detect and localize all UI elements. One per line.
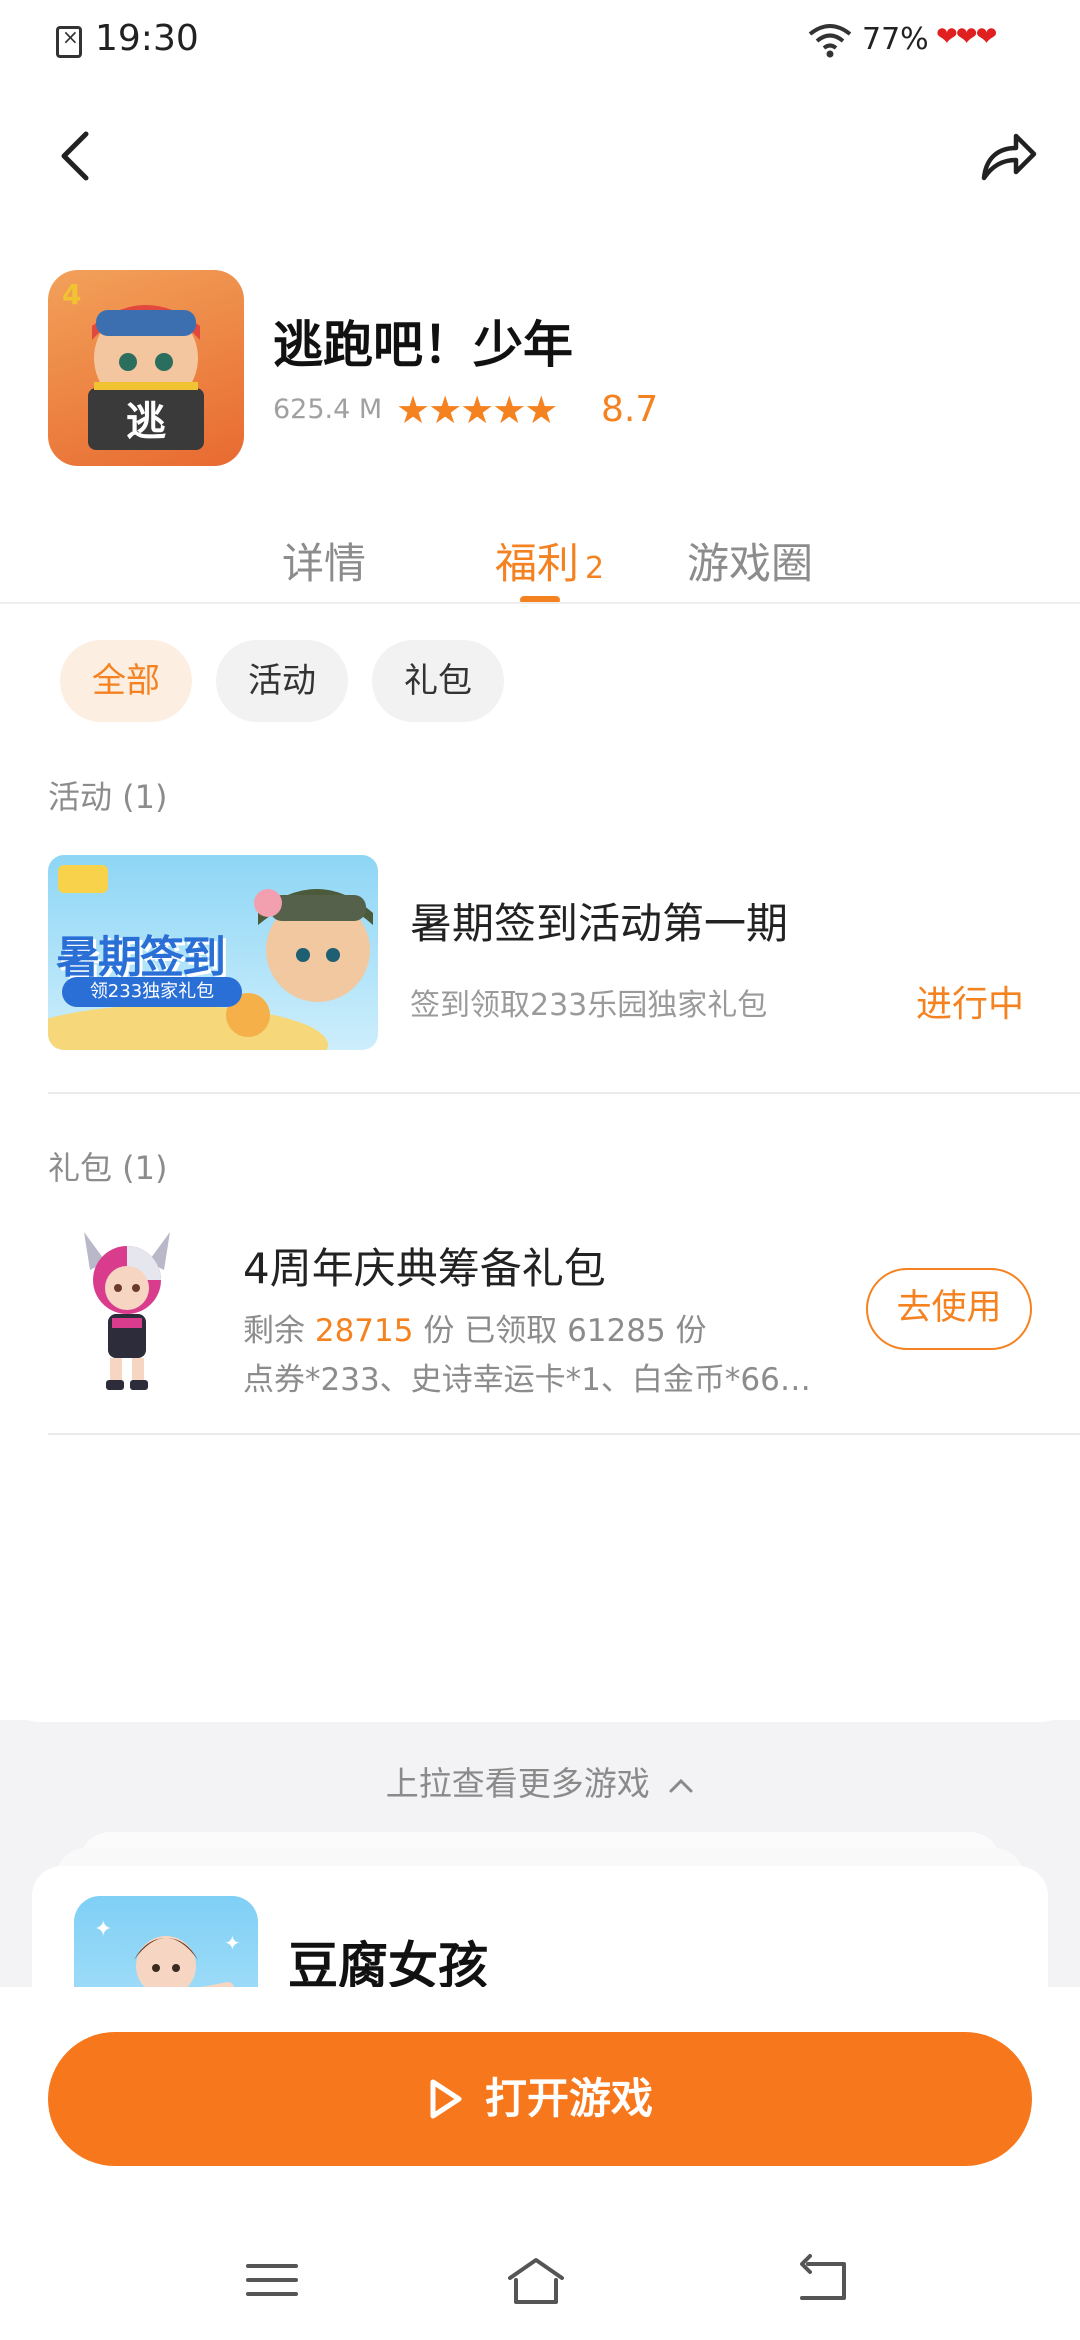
wifi-icon <box>808 24 852 58</box>
svg-text:逃: 逃 <box>126 399 166 445</box>
divider <box>48 1092 1080 1094</box>
tab-benefits[interactable]: 福利 2 <box>495 530 604 591</box>
tab-game-circle[interactable]: 游戏圈 <box>687 530 813 591</box>
event-thumb-title: 暑期签到 <box>56 932 226 983</box>
svg-text:✦: ✦ <box>94 1917 112 1942</box>
filter-all[interactable]: 全部 <box>60 640 192 722</box>
app-name: 逃跑吧！少年 <box>273 316 573 374</box>
gift-title: 4周年庆典筹备礼包 <box>243 1244 606 1293</box>
rating-score: 8.7 <box>601 389 659 430</box>
event-subtitle: 签到领取233乐园独家礼包 <box>410 988 768 1023</box>
open-game-label: 打开游戏 <box>484 2074 653 2123</box>
chevron-left-icon[interactable] <box>50 128 106 184</box>
content-sheet-edge <box>0 1660 1080 1722</box>
svg-text:4: 4 <box>62 278 81 311</box>
gifts-section-header: 礼包 (1) <box>48 1149 168 1187</box>
filter-gifts[interactable]: 礼包 <box>372 640 504 722</box>
status-time: 19:30 <box>95 18 199 59</box>
app-icon: 逃 4 <box>48 270 244 466</box>
gift-claimed-count: 61285 <box>567 1313 666 1349</box>
star-rating: ★★★★★ <box>396 388 558 432</box>
events-section-header: 活动 (1) <box>48 778 168 816</box>
divider <box>0 602 1080 604</box>
divider <box>48 1433 1080 1435</box>
share-icon[interactable] <box>976 124 1040 188</box>
use-gift-button[interactable]: 去使用 <box>866 1268 1032 1350</box>
chevron-up-icon <box>669 1778 693 1792</box>
gift-contents: 点券*233、史诗幸运卡*1、白金币*66… <box>243 1362 811 1398</box>
filter-events[interactable]: 活动 <box>216 640 348 722</box>
tab-badge-count: 2 <box>585 551 605 586</box>
gift-character-image <box>84 1232 170 1390</box>
battery-percent: 77% <box>862 22 929 57</box>
app-size: 625.4 M <box>273 394 383 425</box>
pull-up-hint[interactable]: 上拉查看更多游戏 <box>0 1757 1080 1805</box>
event-thumbnail[interactable]: 暑期签到 领233独家礼包 <box>48 855 378 1050</box>
event-title[interactable]: 暑期签到活动第一期 <box>410 890 788 951</box>
event-status: 进行中 <box>916 984 1025 1025</box>
open-game-button[interactable]: 打开游戏 <box>48 2032 1032 2166</box>
tab-details[interactable]: 详情 <box>282 530 366 591</box>
event-thumb-subtitle: 领233独家礼包 <box>62 977 242 1007</box>
status-bar: 19:30 77% ❤❤❤ <box>0 0 1080 80</box>
menu-icon[interactable] <box>242 2250 302 2310</box>
no-sim-icon <box>56 25 82 58</box>
gift-stats: 剩余 28715 份 已领取 61285 份 <box>243 1313 707 1349</box>
heart-icons: ❤❤❤ <box>936 22 997 52</box>
gift-remaining-count: 28715 <box>314 1313 414 1349</box>
back-nav-icon[interactable] <box>794 2250 854 2310</box>
svg-text:✦: ✦ <box>224 1931 241 1955</box>
play-icon <box>430 2079 462 2118</box>
home-icon[interactable] <box>506 2250 566 2310</box>
